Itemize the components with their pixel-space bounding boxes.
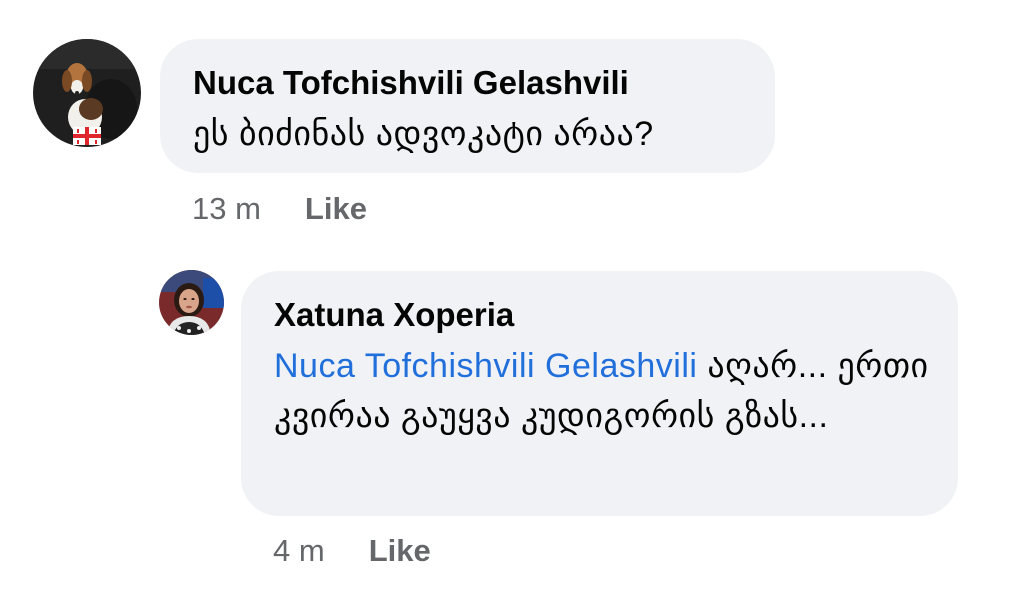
avatar[interactable] [33,39,141,147]
comment-timestamp[interactable]: 13 m [192,191,261,226]
beagle-dog-avatar-icon [33,39,141,147]
comment-bubble: Nuca Tofchishvili Gelashvili ეს ბიძინას … [160,39,775,173]
comment-meta: 13 m Like [192,191,367,227]
mention-link[interactable]: Nuca Tofchishvili Gelashvili [274,347,697,385]
reply-meta: 4 m Like [273,533,431,569]
reply-bubble: Xatuna Xoperia Nuca Tofchishvili Gelashv… [241,271,958,516]
woman-portrait-avatar-icon [159,270,224,335]
reply-author[interactable]: Xatuna Xoperia [274,295,958,335]
like-button[interactable]: Like [369,533,431,568]
like-button[interactable]: Like [305,191,367,226]
comment-text: ეს ბიძინას ადვოკატი არაა? [193,115,654,153]
reply-timestamp[interactable]: 4 m [273,533,325,568]
avatar[interactable] [159,270,224,335]
comment-thread: Nuca Tofchishvili Gelashvili ეს ბიძინას … [0,0,1024,596]
comment-author[interactable]: Nuca Tofchishvili Gelashvili [193,63,775,103]
reply-text: Nuca Tofchishvili Gelashvili აღარ... ერთ… [274,341,944,441]
